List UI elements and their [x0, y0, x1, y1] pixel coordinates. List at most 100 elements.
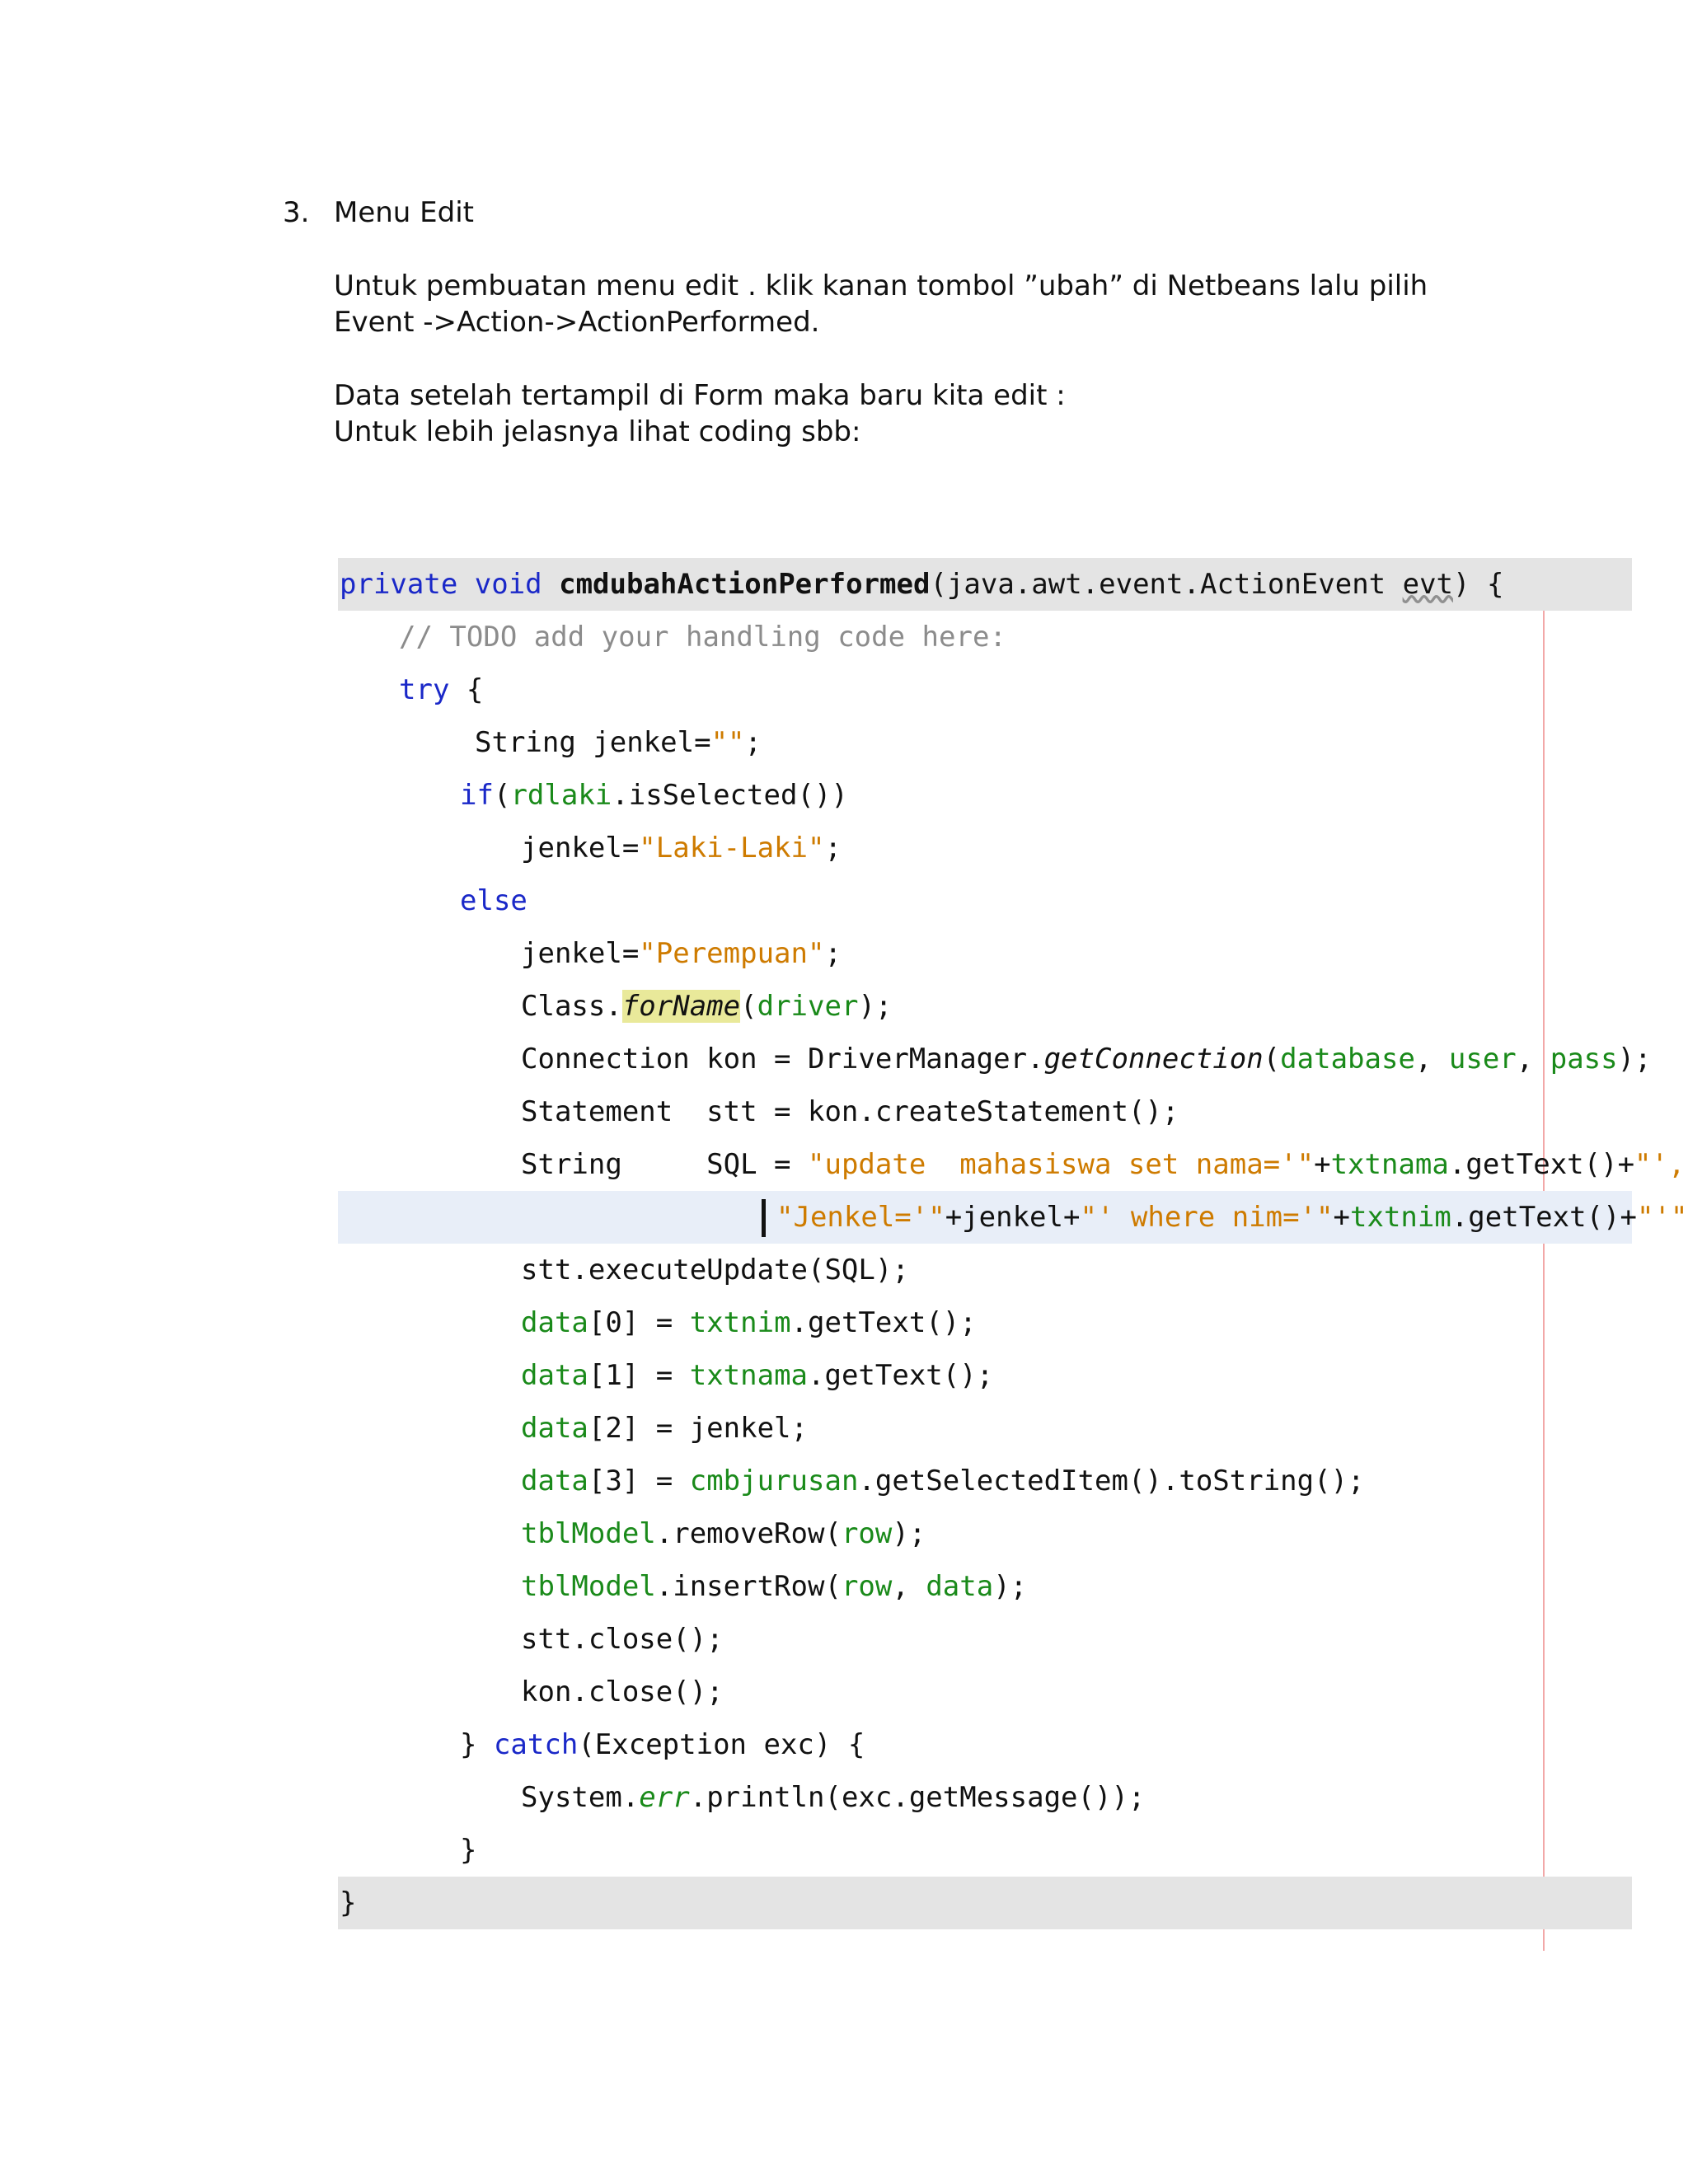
- code-token-static-field: err: [639, 1781, 690, 1814]
- code-token: +: [1314, 1148, 1331, 1181]
- code-line: String SQL = "update mahasiswa set nama=…: [338, 1138, 1688, 1191]
- code-token-field: data: [521, 1412, 588, 1445]
- code-line: kon.close();: [338, 1666, 1632, 1718]
- code-token: jenkel=: [521, 832, 640, 865]
- code-token: (java.awt.event.ActionEvent: [930, 568, 1403, 601]
- code-token-highlighted-method: forName: [621, 990, 741, 1023]
- code-token: +jenkel+: [945, 1201, 1081, 1234]
- code-token: );: [892, 1517, 926, 1550]
- code-token-field: rdlaki: [510, 779, 612, 812]
- code-token: }: [460, 1728, 494, 1761]
- code-token: (: [1263, 1043, 1281, 1076]
- code-token: kon.close();: [521, 1675, 724, 1708]
- code-token-keyword: try: [399, 673, 450, 706]
- code-token: [3] =: [588, 1465, 690, 1497]
- code-line: jenkel="Perempuan";: [338, 927, 1632, 980]
- code-token-string: "": [710, 726, 745, 759]
- code-line: data[1] = txtnama.getText();: [338, 1349, 1632, 1402]
- code-token: );: [858, 990, 893, 1023]
- code-line: tblModel.insertRow(row, data);: [338, 1560, 1632, 1613]
- code-screenshot: private void cmdubahActionPerformed(java…: [338, 558, 1688, 1951]
- paragraph-line: Event ->Action->ActionPerformed.: [334, 306, 820, 339]
- code-token: [0] =: [588, 1306, 690, 1339]
- code-token-field: data: [926, 1570, 994, 1603]
- code-line: // TODO add your handling code here:: [338, 611, 1632, 663]
- code-token: }: [340, 1886, 357, 1919]
- code-token-string: "Jenkel='": [776, 1201, 945, 1234]
- code-token: [1] =: [588, 1359, 690, 1392]
- code-token-string: "',": [1634, 1148, 1688, 1181]
- code-token-method-name: cmdubahActionPerformed: [559, 568, 931, 601]
- code-token: }: [460, 1834, 477, 1867]
- code-token: ,: [1414, 1043, 1449, 1076]
- code-token: (Exception exc) {: [578, 1728, 865, 1761]
- code-token: Connection kon = DriverManager.: [521, 1043, 1044, 1076]
- text-caret: [762, 1199, 766, 1237]
- section-number: 3.: [283, 196, 310, 229]
- code-line: if(rdlaki.isSelected()): [338, 769, 1632, 822]
- code-line: }: [338, 1824, 1632, 1877]
- paragraph-line: Untuk lebih jelasnya lihat coding sbb:: [334, 415, 861, 448]
- code-token: System.: [521, 1781, 640, 1814]
- code-token: ;: [744, 726, 762, 759]
- code-line: stt.close();: [338, 1613, 1632, 1666]
- code-line-closing-brace: }: [338, 1877, 1632, 1929]
- code-token: {: [449, 673, 484, 706]
- code-token: .getText()+: [1448, 1148, 1635, 1181]
- code-line: data[3] = cmbjurusan.getSelectedItem().t…: [338, 1455, 1632, 1507]
- code-token: [2] = jenkel;: [588, 1412, 808, 1445]
- code-line: Connection kon = DriverManager.getConnec…: [338, 1033, 1652, 1085]
- code-token-keyword: catch: [493, 1728, 579, 1761]
- code-token: .getText();: [808, 1359, 994, 1392]
- code-token-field: pass: [1550, 1043, 1618, 1076]
- code-token-field: tblModel: [521, 1570, 656, 1603]
- code-token-field: txtnim: [1350, 1201, 1451, 1234]
- code-token-field: tblModel: [521, 1517, 656, 1550]
- code-token: ;: [824, 832, 842, 865]
- section-title: Menu Edit: [334, 196, 474, 229]
- code-token-keyword: if: [460, 779, 494, 812]
- code-line: System.err.println(exc.getMessage());: [338, 1771, 1632, 1824]
- code-token-field: driver: [757, 990, 859, 1023]
- code-token-static-method: getConnection: [1043, 1043, 1264, 1076]
- code-token: .insertRow(: [655, 1570, 842, 1603]
- code-line: String jenkel="";: [338, 716, 1632, 769]
- code-token: );: [993, 1570, 1028, 1603]
- code-token-comment: // TODO add your handling code here:: [399, 621, 1006, 654]
- code-line: try {: [338, 663, 1632, 716]
- code-token-field: txtnim: [689, 1306, 791, 1339]
- code-token: .println(exc.getMessage());: [689, 1781, 1146, 1814]
- code-line: data[0] = txtnim.getText();: [338, 1296, 1632, 1349]
- code-line: data[2] = jenkel;: [338, 1402, 1632, 1455]
- code-token: .getSelectedItem().toString();: [858, 1465, 1365, 1497]
- code-token: +: [1333, 1201, 1350, 1234]
- code-token-string: "update mahasiswa set nama='": [808, 1148, 1315, 1181]
- code-token: String jenkel=: [475, 726, 711, 759]
- code-token: .getText()+: [1451, 1201, 1637, 1234]
- code-token-keyword: else: [460, 884, 528, 917]
- code-line: } catch(Exception exc) {: [338, 1718, 1632, 1771]
- code-token: Statement stt = kon.createStatement();: [521, 1095, 1179, 1128]
- code-token: (: [740, 990, 757, 1023]
- code-token: .removeRow(: [655, 1517, 842, 1550]
- code-token-field: database: [1280, 1043, 1415, 1076]
- paragraph-line: Data setelah tertampil di Form maka baru…: [334, 379, 1066, 412]
- code-token-field: row: [841, 1570, 893, 1603]
- code-token-field: cmbjurusan: [689, 1465, 859, 1497]
- code-token: (: [493, 779, 511, 812]
- code-token: stt.executeUpdate(SQL);: [521, 1254, 909, 1286]
- code-token-keyword: private void: [340, 568, 560, 601]
- code-token-param: evt: [1402, 568, 1454, 601]
- code-line-method-signature: private void cmdubahActionPerformed(java…: [338, 558, 1632, 611]
- code-line-current: "Jenkel='"+jenkel+"' where nim='"+txtnim…: [338, 1191, 1688, 1244]
- code-token: Class.: [521, 990, 622, 1023]
- code-token: String SQL =: [521, 1148, 808, 1181]
- code-token: .getText();: [790, 1306, 977, 1339]
- code-token-field: data: [521, 1465, 588, 1497]
- code-token: ,: [1516, 1043, 1550, 1076]
- code-token: ) {: [1453, 568, 1504, 601]
- code-token: ,: [892, 1570, 926, 1603]
- code-line: tblModel.removeRow(row);: [338, 1507, 1632, 1560]
- code-token: jenkel=: [521, 937, 640, 970]
- code-token-string: "'": [1637, 1201, 1688, 1234]
